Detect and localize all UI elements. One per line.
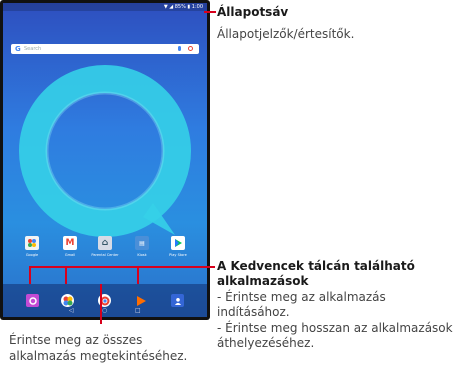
- favorites-callout-title-line1: A Kedvencek tálcán található: [217, 259, 415, 273]
- favorites-bracket-tick: [29, 266, 31, 284]
- home-icon[interactable]: ○: [102, 308, 107, 314]
- tablet-device: ▼ ◢ 85% ▮ 1:00 G Search Google M Gmail ⌂…: [0, 0, 210, 320]
- app-google[interactable]: Google: [14, 236, 50, 257]
- search-placeholder: Search: [24, 46, 42, 52]
- favorites-bracket-tick: [137, 266, 139, 284]
- all-apps-callout-line2: alkalmazás megtekintéséhez.: [9, 349, 188, 363]
- favorites-callout-title-line2: alkalmazások: [217, 274, 309, 288]
- home-screen: ▼ ◢ 85% ▮ 1:00 G Search Google M Gmail ⌂…: [3, 3, 207, 317]
- favorites-callout-line3: - Érintse meg hosszan az alkalmazások: [217, 321, 453, 335]
- app-label: Gmail: [64, 253, 76, 257]
- app-label: Google: [25, 253, 39, 257]
- home-apps-row: Google M Gmail ⌂ Parental Center ▤ Kiosk…: [3, 236, 207, 266]
- favorites-bracket-line: [29, 266, 215, 268]
- microphone-icon[interactable]: [178, 46, 181, 51]
- app-play-store[interactable]: Play Store: [160, 236, 196, 257]
- app-parental-center[interactable]: ⌂ Parental Center: [87, 236, 123, 257]
- favorites-callout-line2: indításához.: [217, 305, 290, 319]
- status-bar[interactable]: ▼ ◢ 85% ▮ 1:00: [3, 3, 207, 11]
- favorites-callout-line4: áthelyezéséhez.: [217, 336, 315, 350]
- recents-icon[interactable]: □: [135, 308, 141, 314]
- kiosk-icon: ▤: [135, 236, 149, 250]
- status-bar-callout-text: Állapotjelzők/értesítők.: [217, 27, 355, 41]
- parental-center-icon: ⌂: [98, 236, 112, 250]
- gmail-icon: M: [63, 236, 77, 250]
- favorites-bracket-tick: [65, 266, 67, 284]
- lens-icon[interactable]: [188, 46, 193, 51]
- app-gmail[interactable]: M Gmail: [52, 236, 88, 257]
- app-label: Kiosk: [137, 253, 147, 257]
- back-icon[interactable]: ◁: [69, 308, 74, 314]
- app-kiosk[interactable]: ▤ Kiosk: [124, 236, 160, 257]
- google-search-bar[interactable]: G Search: [11, 44, 199, 54]
- all-apps-callout-line: [100, 284, 102, 324]
- status-callout-line: [204, 11, 216, 13]
- status-bar-callout-title: Állapotsáv: [217, 5, 289, 19]
- status-icons: ▼ ◢ 85% ▮ 1:00: [163, 4, 203, 10]
- app-label: Play Store: [169, 253, 187, 257]
- app-label: Parental Center: [91, 253, 119, 257]
- navigation-bar: ◁ ○ □: [3, 306, 207, 317]
- favorites-callout-line1: - Érintse meg az alkalmazás: [217, 290, 386, 304]
- google-folder-icon: [25, 236, 39, 250]
- play-store-icon: [171, 236, 185, 250]
- all-apps-callout-line1: Érintse meg az összes: [9, 333, 143, 347]
- google-logo-icon: G: [15, 45, 21, 53]
